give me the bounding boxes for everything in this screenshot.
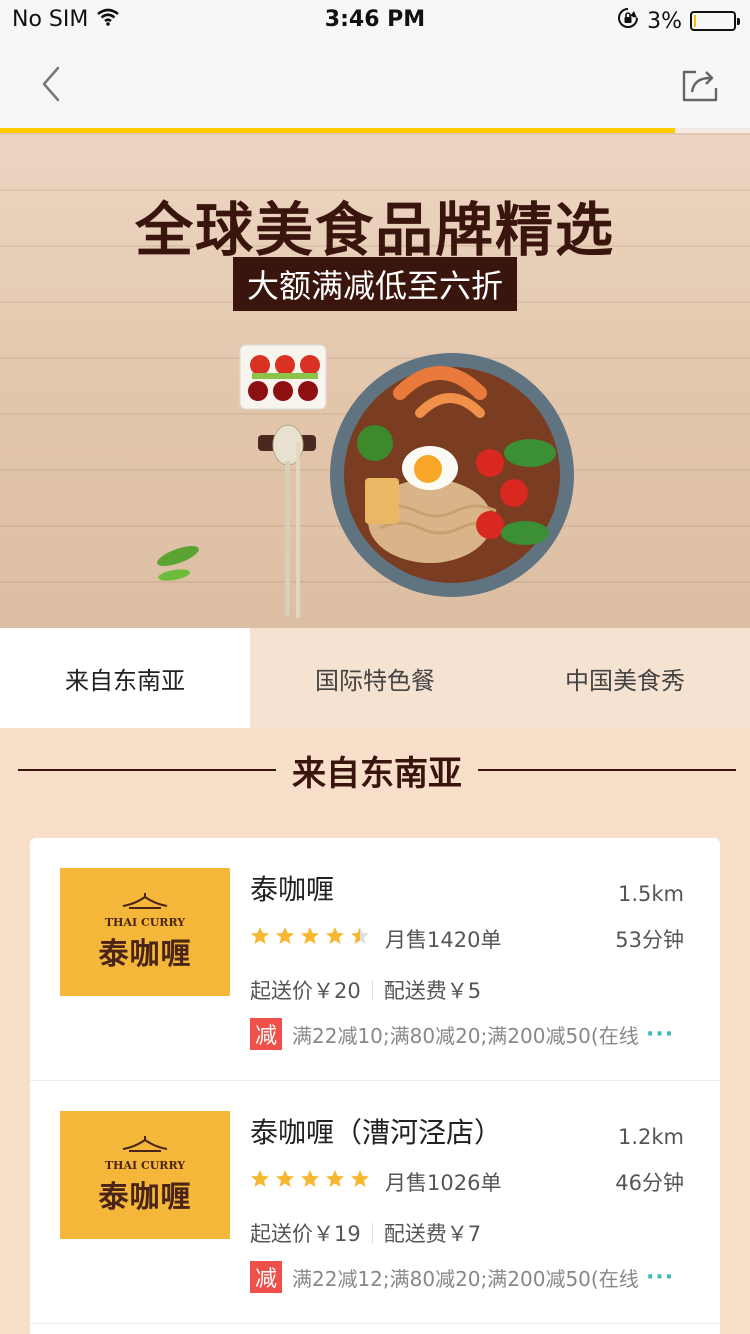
monthly-sales: 月售1026单 bbox=[385, 1171, 502, 1195]
shop-card[interactable]: THAI CURRY 泰咖喱 泰咖喱 1.5km 月售1420单 53分钟 起送… bbox=[30, 838, 720, 1081]
star-icon bbox=[326, 1170, 344, 1187]
discount-badge: 减 bbox=[250, 1261, 282, 1293]
delivery-fee: 配送费￥7 bbox=[383, 1222, 482, 1246]
min-order: 起送价￥19 bbox=[250, 1222, 361, 1246]
rating-stars bbox=[250, 926, 370, 946]
banner-title: 全球美食品牌精选 bbox=[134, 196, 615, 264]
more-promos-icon[interactable]: ··· bbox=[646, 1022, 674, 1047]
section-title: 来自东南亚 bbox=[292, 753, 462, 794]
battery-percent: 3% bbox=[647, 8, 682, 34]
tab-chinese-food[interactable]: 中国美食秀 bbox=[500, 628, 750, 728]
section-heading: 来自东南亚 bbox=[18, 740, 736, 800]
tab-international[interactable]: 国际特色餐 bbox=[250, 628, 500, 728]
star-icon bbox=[276, 1170, 294, 1187]
star-icon bbox=[276, 927, 294, 944]
promo-text: 满22减10;满80减20;满200减50(在线 bbox=[292, 1023, 639, 1048]
shop-distance: 1.2km bbox=[617, 1125, 684, 1149]
fee-divider bbox=[371, 1223, 373, 1243]
rating-stars bbox=[250, 1169, 370, 1189]
shop-name: 泰咖喱 bbox=[250, 873, 335, 906]
star-icon bbox=[301, 927, 319, 944]
banner-subtitle: 大额满减低至六折 bbox=[232, 257, 517, 311]
orientation-lock-icon bbox=[617, 7, 639, 35]
monthly-sales: 月售1420单 bbox=[385, 928, 502, 952]
star-icon bbox=[251, 1170, 269, 1187]
shop-list: THAI CURRY 泰咖喱 泰咖喱 1.5km 月售1420单 53分钟 起送… bbox=[30, 838, 720, 1334]
logo-chinese: 泰咖喱 bbox=[98, 936, 192, 972]
back-button[interactable] bbox=[30, 62, 74, 106]
noodle-bowl-image bbox=[157, 344, 574, 618]
star-icon bbox=[326, 927, 344, 944]
promo-banner[interactable]: 全球美食品牌精选 大额满减低至六折 bbox=[0, 133, 750, 628]
delivery-time: 46分钟 bbox=[615, 1171, 684, 1195]
more-promos-icon[interactable]: ··· bbox=[646, 1265, 674, 1290]
divider-right bbox=[478, 769, 736, 771]
battery-fill bbox=[694, 15, 696, 27]
share-button[interactable] bbox=[678, 62, 722, 106]
shop-promo: 减 满22减10;满80减20;满200减50(在线 ··· bbox=[250, 1018, 674, 1050]
status-right: 3% bbox=[617, 7, 740, 35]
chevron-left-icon bbox=[42, 66, 60, 102]
shop-logo: THAI CURRY 泰咖喱 bbox=[60, 868, 230, 996]
nav-bar bbox=[0, 42, 750, 128]
star-icon bbox=[301, 1170, 319, 1187]
shop-distance: 1.5km bbox=[617, 882, 684, 906]
star-icon bbox=[351, 927, 369, 944]
discount-badge: 减 bbox=[250, 1018, 282, 1050]
divider-left bbox=[18, 769, 276, 771]
category-tabs: 来自东南亚 国际特色餐 中国美食秀 bbox=[0, 628, 750, 728]
star-icon bbox=[351, 1170, 369, 1187]
shop-fees: 起送价￥20 配送费￥5 bbox=[250, 975, 481, 1005]
pagoda-roof-icon bbox=[122, 1135, 168, 1152]
shop-logo: THAI CURRY 泰咖喱 bbox=[60, 1111, 230, 1239]
delivery-time: 53分钟 bbox=[615, 928, 684, 952]
status-bar: No SIM 3:46 PM 3% bbox=[0, 0, 750, 42]
shop-card[interactable]: THAI CURRY 泰咖喱 泰咖喱（漕河泾店） 1.2km 月售1026单 4… bbox=[30, 1081, 720, 1324]
shop-name: 泰咖喱（漕河泾店） bbox=[250, 1116, 503, 1149]
tab-southeast-asia[interactable]: 来自东南亚 bbox=[0, 628, 250, 728]
promo-text: 满22减12;满80减20;满200减50(在线 bbox=[292, 1266, 639, 1291]
shop-fees: 起送价￥19 配送费￥7 bbox=[250, 1218, 481, 1248]
pagoda-roof-icon bbox=[122, 892, 168, 909]
logo-english: THAI CURRY bbox=[104, 915, 186, 929]
shop-promo: 减 满22减12;满80减20;满200减50(在线 ··· bbox=[250, 1261, 674, 1293]
min-order: 起送价￥20 bbox=[250, 979, 361, 1003]
logo-english: THAI CURRY bbox=[104, 1158, 186, 1172]
delivery-fee: 配送费￥5 bbox=[383, 979, 482, 1003]
battery-icon bbox=[690, 11, 740, 31]
logo-chinese: 泰咖喱 bbox=[98, 1179, 192, 1215]
share-icon bbox=[682, 70, 718, 102]
star-icon bbox=[251, 927, 269, 944]
fee-divider bbox=[371, 980, 373, 1000]
